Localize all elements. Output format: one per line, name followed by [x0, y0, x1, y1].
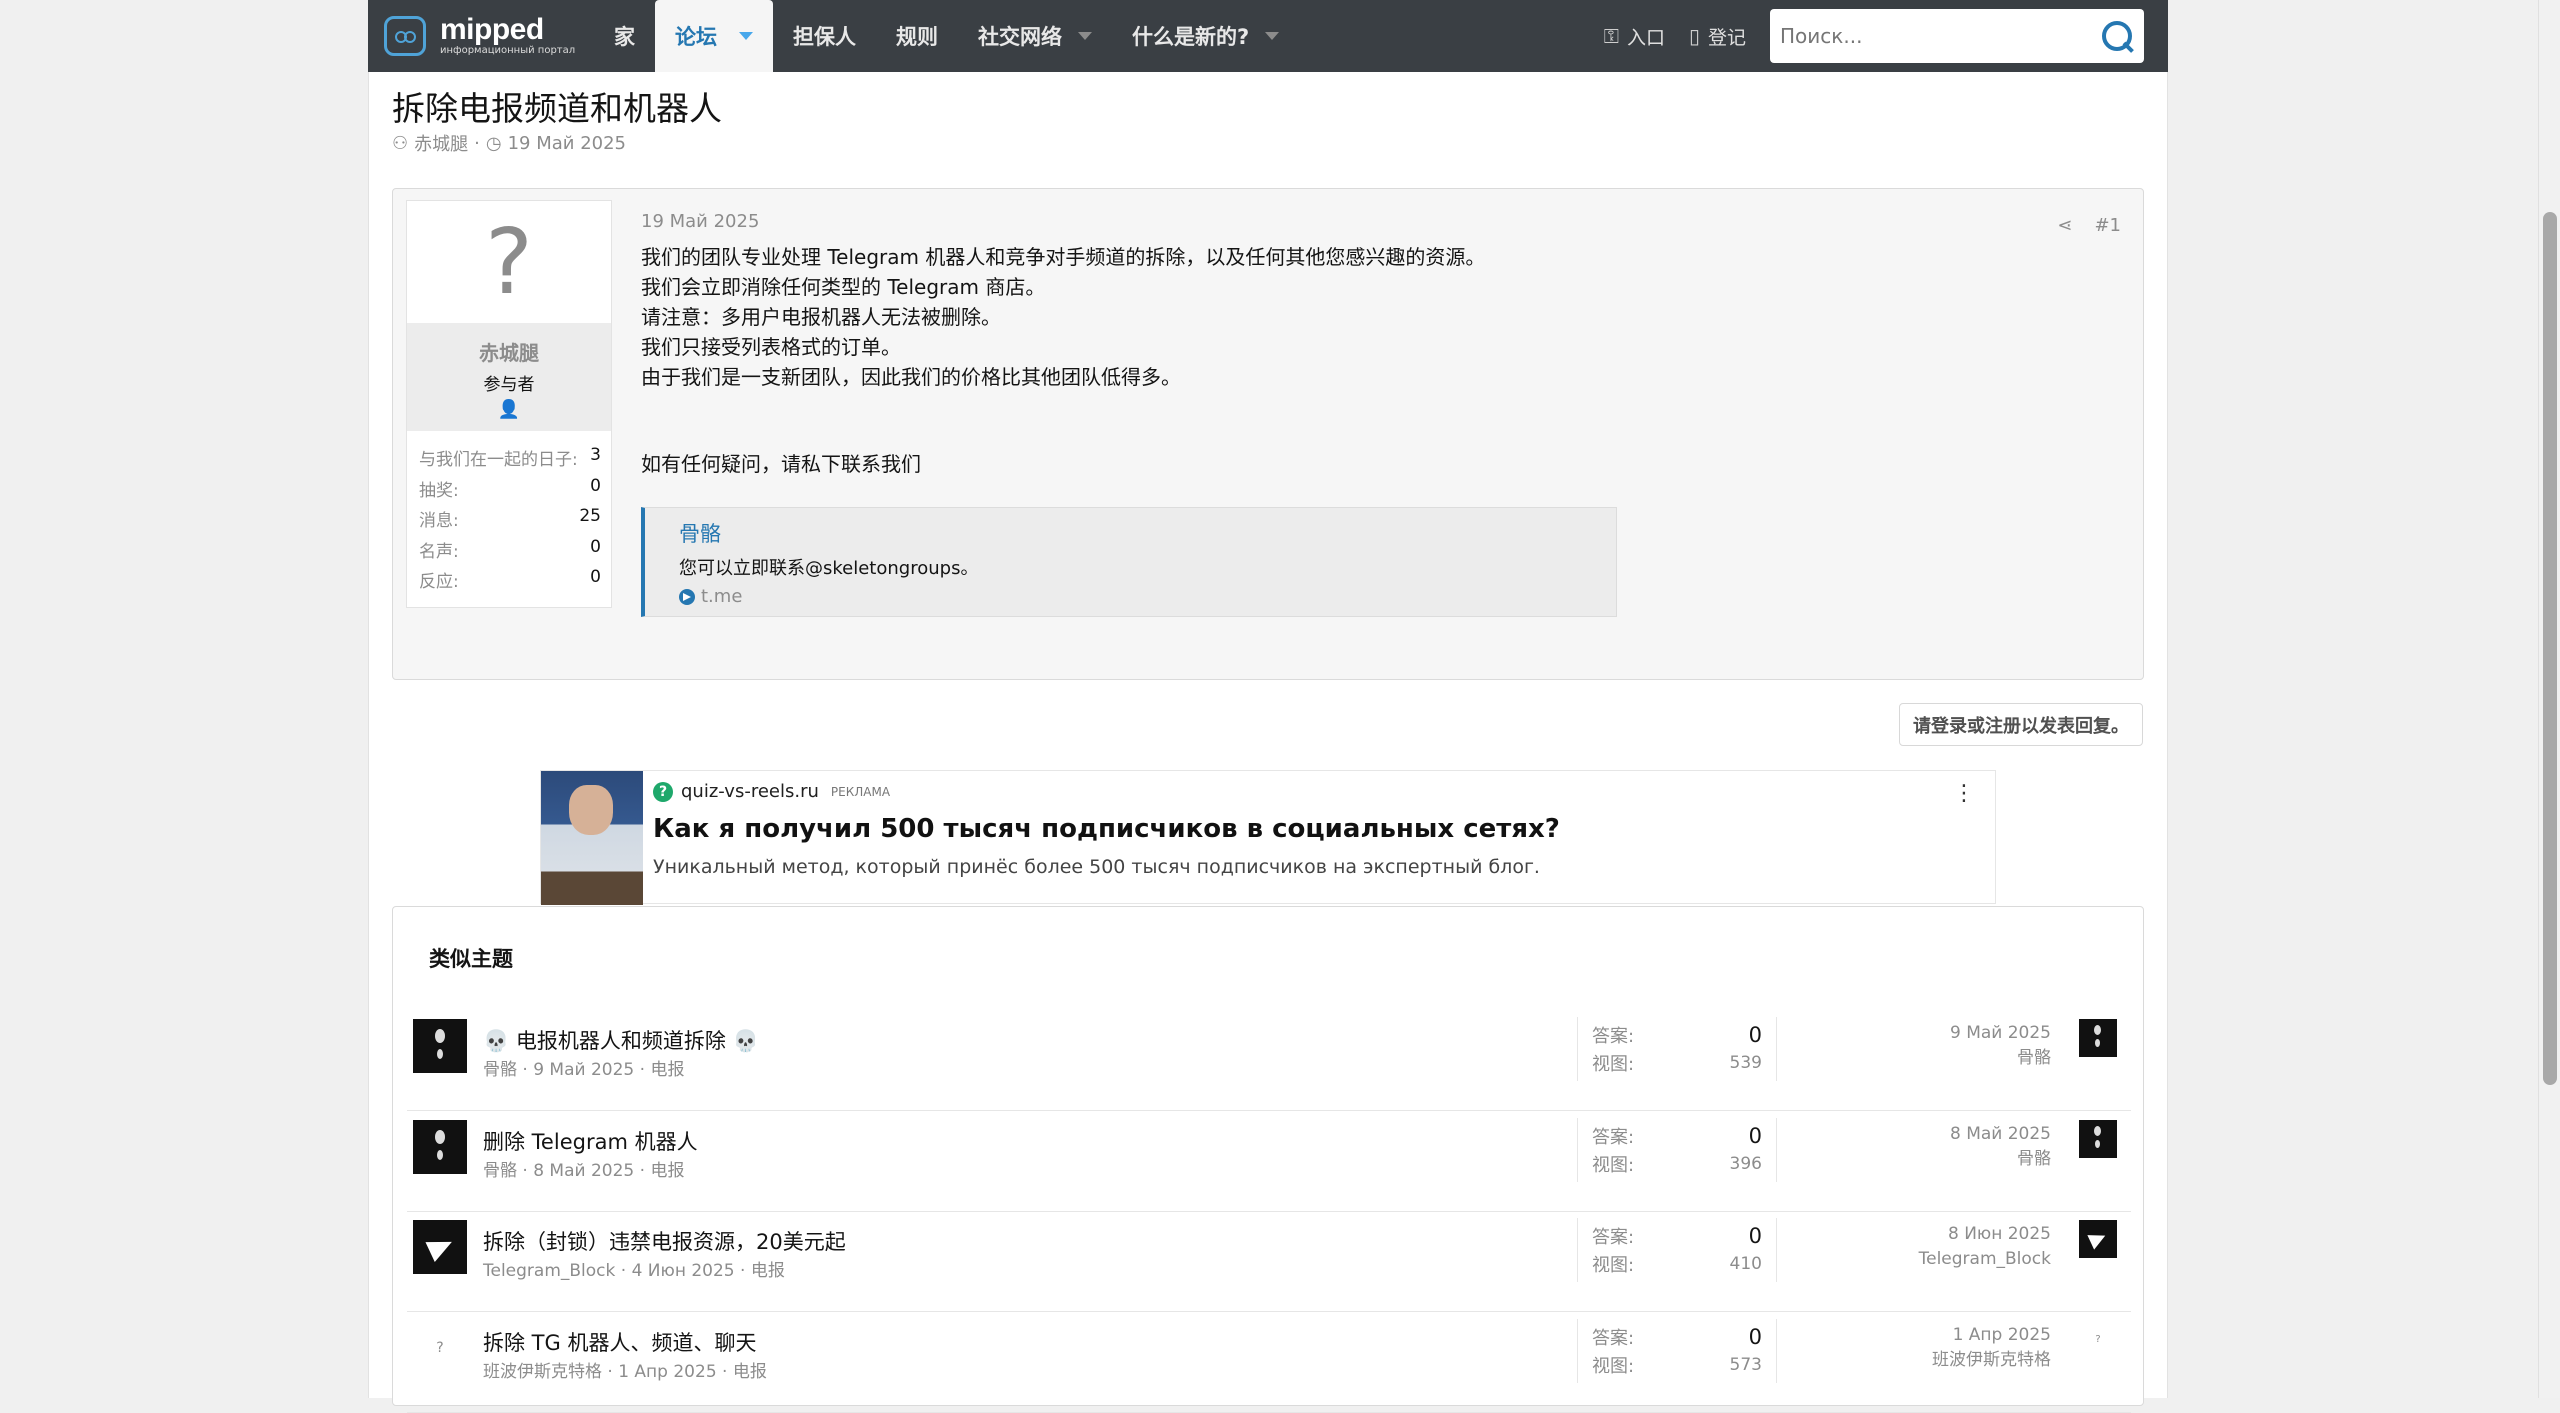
- thread-row[interactable]: 拆除（封锁）违禁电报资源，20美元起 Telegram_Block · 4 Ию…: [407, 1212, 2131, 1312]
- nav-tabs: 家 论坛 担保人 规则 社交网络 什么是新的?: [594, 0, 1299, 72]
- thread-row[interactable]: 💀 电报机器人和频道拆除 💀 骨骼 · 9 Май 2025 · 电报 答案: 0…: [407, 1011, 2131, 1111]
- telegram-avatar[interactable]: [413, 1220, 467, 1274]
- more-options-icon[interactable]: ⋮: [1953, 781, 1975, 806]
- user-edit-icon: 👤: [497, 399, 521, 420]
- embed-source: t.me: [701, 586, 743, 607]
- embed-title[interactable]: 骨骼: [679, 518, 1616, 548]
- user-stat: 消息: 25: [419, 506, 601, 531]
- thread-date[interactable]: 19 Май 2025: [508, 133, 626, 154]
- post-text: 我们的团队专业处理 Telegram 机器人和竞争对手频道的拆除，以及任何其他您…: [641, 245, 1486, 476]
- tab-rules[interactable]: 规则: [876, 0, 958, 72]
- user-name[interactable]: 赤城腿: [407, 337, 611, 366]
- user-icon: ⚇: [392, 132, 409, 154]
- site-logo[interactable]: mipped информационный портал: [384, 15, 594, 57]
- user-stat: 抽奖: 0: [419, 475, 601, 501]
- thread-title: 拆除电报频道和机器人: [392, 89, 722, 128]
- advertisement[interactable]: ? quiz-vs-reels.ru РЕКЛАМА Как я получил…: [540, 770, 1996, 905]
- user-stat: 名声: 0: [419, 536, 601, 562]
- tab-home[interactable]: 家: [594, 0, 655, 72]
- user-stat: 与我们在一起的日子: 3: [419, 445, 601, 470]
- telegram-icon: [679, 588, 695, 605]
- login-link[interactable]: ⚿ 入口: [1604, 23, 1665, 50]
- search-input[interactable]: [1780, 24, 2100, 48]
- user-stat: 反应: 0: [419, 567, 601, 592]
- user-role: 参与者: [483, 375, 535, 395]
- user-card: ? 赤城腿 参与者 👤 与我们在一起的日子: 3 抽奖: 0 消息: 25 名声: 0 …: [406, 200, 612, 608]
- ad-label: РЕКЛАМА: [830, 784, 891, 799]
- ad-headline[interactable]: Как я получил 500 тысяч подписчиков в со…: [653, 814, 1560, 844]
- post-date[interactable]: 19 Май 2025: [641, 211, 2121, 232]
- thread-row[interactable]: ? 拆除 TG 机器人、频道、聊天 班波伊斯克特格 · 1 Апр 2025 ·…: [407, 1313, 2131, 1413]
- last-post-user[interactable]: 班波伊斯克特格: [1932, 1348, 2051, 1373]
- avatar[interactable]: ?: [407, 201, 611, 323]
- tab-forum[interactable]: 论坛: [655, 0, 773, 72]
- last-post-user[interactable]: 骨骼: [1950, 1147, 2051, 1172]
- top-navigation: mipped информационный портал 家 论坛 担保人 规则…: [368, 0, 2168, 72]
- logo-title: mipped: [440, 13, 544, 46]
- tab-whats-new[interactable]: 什么是新的?: [1112, 0, 1299, 72]
- ad-description: Уникальный метод, который принёс более 5…: [653, 856, 1540, 878]
- tab-social[interactable]: 社交网络: [958, 0, 1112, 72]
- user-stats: 与我们在一起的日子: 3 抽奖: 0 消息: 25 名声: 0 反应: 0: [407, 431, 611, 598]
- section-title: 类似主题: [429, 947, 513, 971]
- post-number[interactable]: #1: [2094, 215, 2121, 236]
- thread-row[interactable]: 删除 Telegram 机器人 骨骼 · 8 Май 2025 · 电报 答案:…: [407, 1112, 2131, 1212]
- avatar[interactable]: ?: [413, 1321, 467, 1375]
- thread-row-meta: 骨骼 · 9 Май 2025 · 电报: [483, 1060, 685, 1080]
- thread-link[interactable]: 拆除（封锁）违禁电报资源，20美元起: [483, 1226, 846, 1256]
- last-post-date[interactable]: 1 Апр 2025: [1932, 1323, 2051, 1348]
- avatar[interactable]: [2079, 1019, 2117, 1057]
- thread-row-meta: Telegram_Block · 4 Июн 2025 · 电报: [483, 1261, 785, 1281]
- thread-author[interactable]: 赤城腿: [414, 130, 468, 156]
- thread-meta: ⚇ 赤城腿 · ◷ 19 Май 2025: [392, 130, 626, 156]
- key-icon: ⚿: [1603, 24, 1619, 48]
- last-post-user[interactable]: Telegram_Block: [1919, 1247, 2051, 1272]
- gamepad-logo-icon: [384, 16, 426, 56]
- ad-host[interactable]: quiz-vs-reels.ru: [681, 781, 819, 802]
- avatar[interactable]: [413, 1019, 467, 1073]
- scrollbar[interactable]: [2538, 0, 2560, 1398]
- thread-link[interactable]: 💀 电报机器人和频道拆除 💀: [483, 1025, 759, 1055]
- clock-icon: ◷: [485, 132, 502, 154]
- similar-threads: 类似主题 💀 电报机器人和频道拆除 💀 骨骼 · 9 Май 2025 · 电报…: [392, 906, 2144, 1413]
- search-box: [1770, 9, 2144, 63]
- chevron-down-icon[interactable]: [1078, 32, 1092, 40]
- thread-row-meta: 骨骼 · 8 Май 2025 · 电报: [483, 1161, 685, 1181]
- avatar[interactable]: ?: [2079, 1321, 2117, 1359]
- logo-subtitle: информационный портал: [440, 45, 576, 56]
- question-icon: ?: [653, 781, 673, 802]
- chevron-down-icon[interactable]: [1265, 32, 1280, 40]
- chevron-down-icon[interactable]: [739, 32, 753, 40]
- telegram-avatar[interactable]: [2079, 1220, 2117, 1258]
- thread-link[interactable]: 拆除 TG 机器人、频道、聊天: [483, 1327, 756, 1357]
- avatar[interactable]: [2079, 1120, 2117, 1158]
- ad-image[interactable]: [541, 771, 643, 905]
- last-post-date[interactable]: 9 Май 2025: [1950, 1021, 2051, 1046]
- thread-link[interactable]: 删除 Telegram 机器人: [483, 1126, 698, 1156]
- post-body: 19 Май 2025 ⋖ #1 我们的团队专业处理 Telegram 机器人和…: [641, 211, 2121, 617]
- clipboard-icon: ▯: [1688, 24, 1700, 48]
- tab-guarantors[interactable]: 担保人: [773, 0, 876, 72]
- post: ? 赤城腿 参与者 👤 与我们在一起的日子: 3 抽奖: 0 消息: 25 名声: 0 …: [392, 188, 2144, 680]
- login-to-reply-button[interactable]: 请登录或注册以发表回复。: [1899, 703, 2143, 746]
- register-link[interactable]: ▯ 登记: [1689, 23, 1746, 50]
- avatar[interactable]: [413, 1120, 467, 1174]
- last-post-user[interactable]: 骨骼: [1950, 1046, 2051, 1071]
- last-post-date[interactable]: 8 Май 2025: [1950, 1122, 2051, 1147]
- link-embed[interactable]: 骨骼 您可以立即联系@skeletongroups。 t.me: [641, 507, 1617, 617]
- share-icon[interactable]: ⋖: [2057, 215, 2072, 236]
- embed-description: 您可以立即联系@skeletongroups。: [679, 558, 979, 579]
- thread-row-meta: 班波伊斯克特格 · 1 Апр 2025 · 电报: [483, 1362, 767, 1382]
- search-icon[interactable]: [2100, 19, 2134, 53]
- last-post-date[interactable]: 8 Июн 2025: [1919, 1222, 2051, 1247]
- scrollbar-thumb[interactable]: [2543, 212, 2557, 1085]
